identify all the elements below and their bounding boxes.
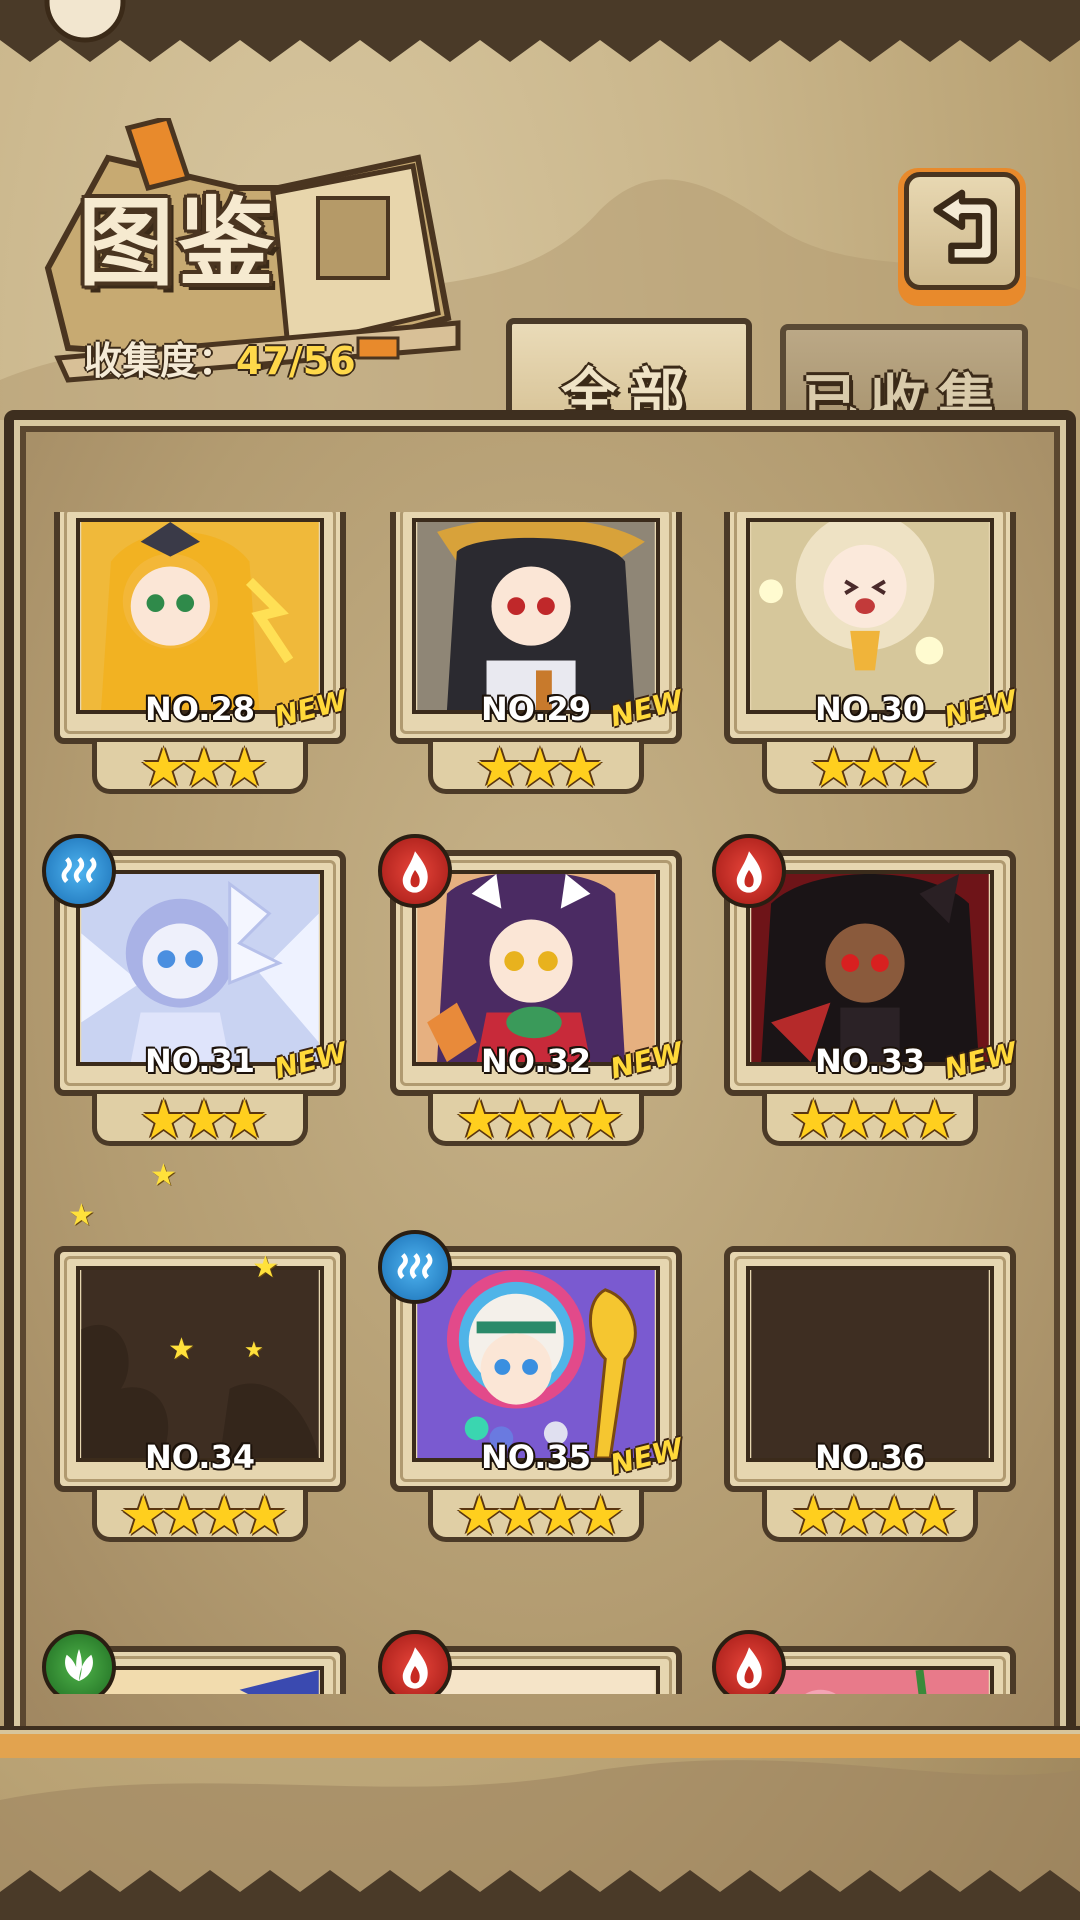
- back-arrow-icon: [933, 189, 997, 264]
- star-rating-4: ★★★★: [789, 1088, 959, 1151]
- card-portrait: [746, 870, 994, 1066]
- star-rating-4: ★★★★: [789, 1484, 959, 1547]
- card-portrait: [412, 870, 660, 1066]
- sparkle-icon: ★: [168, 1332, 195, 1367]
- fire-element-icon: [712, 834, 786, 908]
- card-portrait-silhouette: [746, 1266, 994, 1462]
- card-partial-3[interactable]: [712, 1630, 1024, 1694]
- card-no36-locked[interactable]: NO.36 ★★★★: [716, 1234, 1024, 1547]
- fire-element-icon: [378, 834, 452, 908]
- card-no33[interactable]: NO.33 NEW ★★★★: [712, 834, 1024, 1151]
- card-no32[interactable]: NO.32 NEW ★★★★: [378, 834, 690, 1151]
- zigzag-border-top: [0, 0, 1080, 62]
- card-portrait: [76, 870, 324, 1066]
- card-portrait-silhouette: [76, 1266, 324, 1462]
- card-portrait: [76, 518, 324, 714]
- card-no29[interactable]: NO.29 NEW ★★★: [382, 512, 690, 799]
- card-portrait: [746, 518, 994, 714]
- card-number: NO.36: [815, 1438, 925, 1476]
- water-element-icon: [378, 1230, 452, 1304]
- fire-element-icon: [378, 1630, 452, 1694]
- fire-element-icon: [712, 1630, 786, 1694]
- card-portrait: [412, 518, 660, 714]
- card-grid-scroll[interactable]: NO.28 NEW ★★★ NO.29 NEW ★★★ NO.30 NEW ★★…: [40, 512, 1040, 1694]
- page-title: 图鉴: [78, 187, 278, 299]
- sparkle-icon: ★: [244, 1338, 264, 1363]
- card-no34-locked[interactable]: NO.34 ★★★★: [46, 1234, 354, 1547]
- star-rating-3: ★★★: [809, 736, 938, 799]
- sparkle-icon: ★: [68, 1198, 95, 1233]
- back-button-face: [904, 172, 1020, 290]
- collection-progress: 收集度：47/56: [84, 330, 356, 385]
- star-rating-4: ★★★★: [119, 1484, 289, 1547]
- collection-label: 收集度：: [84, 339, 237, 383]
- card-portrait: [412, 1266, 660, 1462]
- star-rating-3: ★★★: [475, 736, 604, 799]
- card-no31[interactable]: NO.31 NEW ★★★: [42, 834, 354, 1151]
- sparkle-icon: ★: [252, 1250, 279, 1285]
- card-no35[interactable]: NO.35 NEW ★★★★: [378, 1230, 690, 1547]
- card-number: NO.34: [145, 1438, 255, 1476]
- tab-all[interactable]: 全部: [506, 318, 752, 428]
- star-rating-4: ★★★★: [455, 1484, 625, 1547]
- zigzag-border-bottom: [0, 1870, 1080, 1920]
- panel-bottom-trim: [0, 1734, 1080, 1758]
- star-rating-4: ★★★★: [455, 1088, 625, 1151]
- back-button[interactable]: [898, 168, 1026, 306]
- leaf-element-icon: [42, 1630, 116, 1694]
- card-partial-1[interactable]: [42, 1630, 354, 1694]
- star-rating-3: ★★★: [139, 1088, 268, 1151]
- sparkle-icon: ★: [150, 1158, 177, 1193]
- card-no30[interactable]: NO.30 NEW ★★★: [716, 512, 1024, 799]
- card-no28[interactable]: NO.28 NEW ★★★: [46, 512, 354, 799]
- card-partial-2[interactable]: [378, 1630, 690, 1694]
- star-rating-3: ★★★: [139, 736, 268, 799]
- water-element-icon: [42, 834, 116, 908]
- collection-value: 47/56: [236, 339, 356, 383]
